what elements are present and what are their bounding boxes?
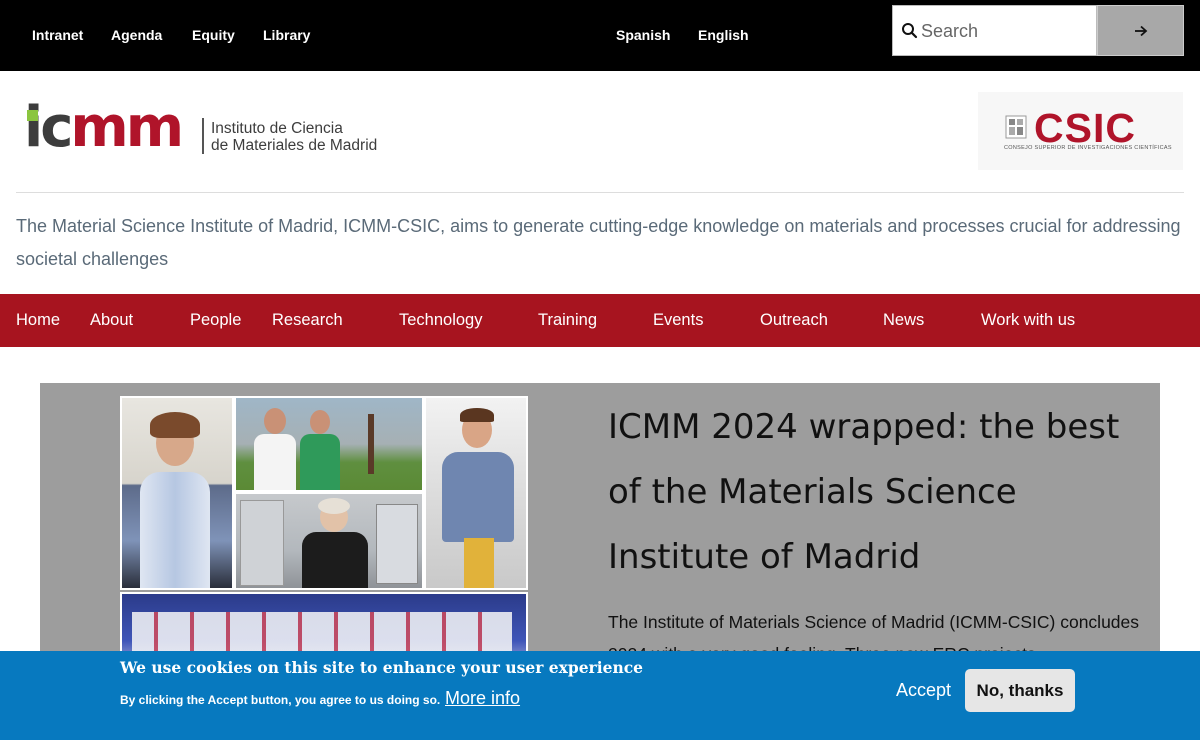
language-english[interactable]: English [698,27,749,43]
search-submit-button[interactable] [1097,5,1184,56]
collage-photo-3 [234,492,424,590]
csic-wordmark: CSIC [1034,105,1136,151]
cookie-description: By clicking the Accept button, you agree… [120,693,441,707]
collage-photo-1 [120,396,234,590]
search-input[interactable] [921,16,1091,46]
icmm-logo[interactable]: icmm Instituto de Ciencia de Materiales … [24,98,384,160]
csic-subtitle: CONSEJO SUPERIOR DE INVESTIGACIONES CIEN… [1004,145,1172,151]
cookie-accept-button[interactable]: Accept [896,680,951,700]
nav-news[interactable]: News [883,311,924,330]
logo-subtitle: Instituto de Ciencia de Materiales de Ma… [211,120,377,154]
language-spanish[interactable]: Spanish [616,27,670,43]
search-icon [902,23,918,39]
nav-events[interactable]: Events [653,311,703,330]
nav-training[interactable]: Training [538,311,597,330]
tagline: The Material Science Institute of Madrid… [16,216,1181,269]
link-library[interactable]: Library [263,27,310,43]
main-nav: Home About People Research Technology Tr… [0,294,1200,347]
cookie-decline-button[interactable]: No, thanks [965,669,1075,712]
logo-subtitle-line1: Instituto de Ciencia [211,120,343,137]
cookie-banner: We use cookies on this site to enhance y… [0,651,1200,740]
logo-subtitle-line2: de Materiales de Madrid [211,137,378,154]
hero-title[interactable]: ICMM 2024 wrapped: the best of the Mater… [608,395,1153,590]
link-intranet[interactable]: Intranet [32,27,83,43]
cookie-title: We use cookies on this site to enhance y… [120,658,644,677]
link-agenda[interactable]: Agenda [111,27,162,43]
top-bar: Intranet Agenda Equity Library Spanish E… [0,0,1200,71]
csic-logo[interactable]: CSIC CONSEJO SUPERIOR DE INVESTIGACIONES… [978,92,1183,170]
collage-photo-4 [424,396,528,590]
collage-photo-2 [234,396,424,492]
nav-outreach[interactable]: Outreach [760,311,828,330]
nav-people[interactable]: People [190,311,241,330]
nav-research[interactable]: Research [272,311,343,330]
csic-emblem-icon [1005,115,1027,139]
logo-divider [202,118,204,154]
search-box [892,5,1097,56]
arrow-right-icon [1134,25,1147,36]
nav-about[interactable]: About [90,311,133,330]
logo-green-dot [27,110,38,121]
cookie-more-info-link[interactable]: More info [445,688,520,708]
nav-home[interactable]: Home [16,311,60,330]
header-divider [16,192,1184,193]
link-equity[interactable]: Equity [192,27,235,43]
nav-technology[interactable]: Technology [399,311,482,330]
nav-work-with-us[interactable]: Work with us [981,311,1075,330]
icmm-logo-wordmark: icmm [24,95,184,160]
